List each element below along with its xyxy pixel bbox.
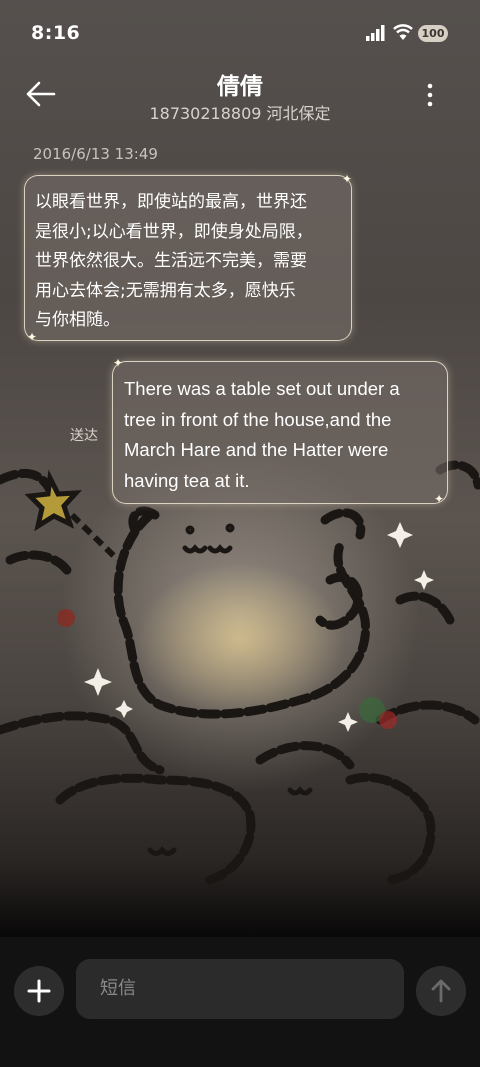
- signal-icon: [366, 25, 385, 41]
- incoming-message-bubble[interactable]: 以眼看世界，即使站的最高，世界还 是很小;以心看世界，即使身处局限， 世界依然很…: [24, 175, 352, 341]
- clock: 8:16: [31, 22, 81, 44]
- message-line: tree in front of the house,and the: [124, 408, 392, 430]
- message-line: 世界依然很大。生活远不完美，需要: [35, 251, 307, 271]
- message-line: March Hare and the Hatter were: [124, 439, 389, 460]
- message-line: There was a table set out under a: [124, 378, 400, 399]
- message-line: 与你相随。: [35, 310, 120, 330]
- contact-detail: 18730218809 河北保定: [149, 104, 331, 123]
- sms-input[interactable]: 短信: [76, 959, 404, 1019]
- arrow-up-icon: [431, 979, 451, 1003]
- message-timestamp: 2016/6/13 13:49: [33, 145, 158, 163]
- sparkle-icon: ✦: [113, 356, 124, 370]
- more-vertical-icon[interactable]: [420, 80, 440, 110]
- outgoing-message-bubble[interactable]: There was a table set out under a tree i…: [112, 361, 448, 504]
- message-line: having tea at it.: [124, 469, 250, 491]
- message-line: 是很小;以心看世界，即使身处局限，: [35, 221, 313, 242]
- conversation-header: 倩倩 18730218809 河北保定: [0, 64, 480, 128]
- plus-icon: [27, 979, 51, 1003]
- wifi-icon: [393, 24, 413, 40]
- battery-indicator: 100: [418, 25, 448, 42]
- message-line: 用心去体会;无需拥有太多，愿快乐: [35, 280, 296, 301]
- contact-name: 倩倩: [217, 74, 263, 100]
- sparkle-icon: ✦: [434, 492, 445, 506]
- delivery-status: 送达: [70, 428, 98, 444]
- sparkle-icon: ✦: [27, 330, 38, 344]
- send-button[interactable]: [416, 966, 466, 1016]
- message-line: 以眼看世界，即使站的最高，世界还: [35, 192, 307, 212]
- status-bar: 8:16 100: [0, 0, 480, 64]
- sparkle-icon: ✦: [342, 172, 353, 186]
- add-attachment-button[interactable]: [14, 966, 64, 1016]
